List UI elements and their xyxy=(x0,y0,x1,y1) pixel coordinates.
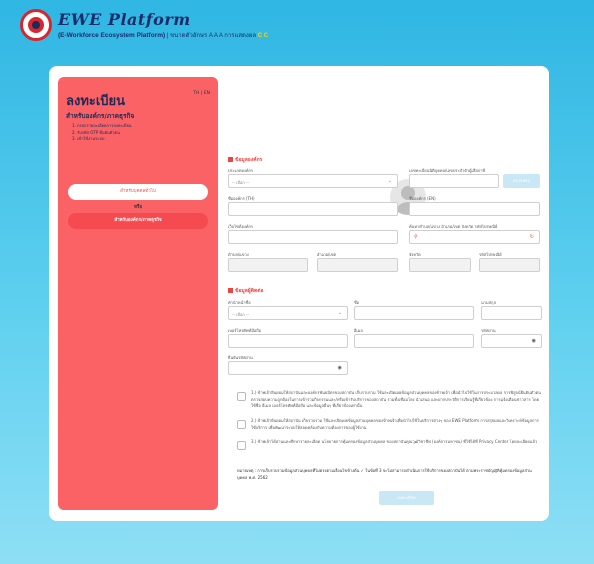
brand-subtitle: (E-Workforce Ecosystem Platform) | ขนาดต… xyxy=(58,32,269,39)
email-label: อีเมล xyxy=(354,328,363,333)
contrast-label: การแสดงผล xyxy=(224,33,257,39)
org-section-title: ข้อมูลองค์กร xyxy=(228,156,262,164)
province-label: จังหวัด xyxy=(409,252,421,257)
name-th-input[interactable] xyxy=(228,202,398,216)
address-search-label: ค้นหาตำบล/แขวง อำเภอ/เขต จังหวัด รหัสไปร… xyxy=(409,224,498,229)
org-register-button[interactable]: สำหรับองค์กร/ภาคธุรกิจ xyxy=(68,213,208,229)
website-input[interactable] xyxy=(228,230,398,244)
page-subtitle: สำหรับองค์กร/ภาคธุรกิจ xyxy=(66,112,135,120)
font-size-options[interactable]: A A A xyxy=(209,33,223,39)
address-search-input[interactable]: ⚲ ↻ xyxy=(409,230,540,244)
app-header: EWE Platform (E-Workforce Ecosystem Plat… xyxy=(20,9,580,45)
consent-text-3: 3.) ข้าพเจ้าได้อ่านและศึกษารายละเอียด นโ… xyxy=(251,439,538,444)
brand-title[interactable]: EWE Platform xyxy=(58,10,191,29)
verify-button[interactable]: ตรวจสอบ xyxy=(503,174,540,188)
consent-text-2: 2.) ข้าพเจ้ายินยอมให้สถาบัน เก็บรวบรวม ใ… xyxy=(251,418,539,430)
password-label: รหัสผ่าน xyxy=(481,328,496,333)
name-en-input[interactable] xyxy=(409,202,540,216)
name-th-label: ชื่อองค์กร (TH) xyxy=(228,196,255,201)
phone-label: เบอร์โทรศัพท์มือถือ xyxy=(228,328,262,333)
consent-checkbox-2[interactable] xyxy=(237,420,246,429)
consent-text-1: 1.) ข้าพเจ้ายินยอมให้สถาบันและองค์กรพันธ… xyxy=(251,390,541,408)
person-register-button[interactable]: สำหรับบุคคลทั่วไป xyxy=(68,184,208,200)
or-separator: หรือ xyxy=(133,205,143,210)
contact-icon xyxy=(228,288,233,293)
subdistrict-input xyxy=(228,258,308,272)
contact-section-title: ข้อมูลผู้ติดต่อ xyxy=(228,287,263,295)
phone-input[interactable] xyxy=(228,334,348,348)
org-type-label: ประเภทองค์กร xyxy=(228,168,254,173)
province-input xyxy=(409,258,471,272)
subdistrict-label: ตำบล/แขวง xyxy=(228,252,249,257)
tax-id-input[interactable] xyxy=(409,174,499,188)
logo-icon[interactable] xyxy=(20,9,52,41)
consent-checkbox-1[interactable] xyxy=(237,392,246,401)
left-sidebar: ลงทะเบียน TH | EN สำหรับองค์กร/ภาคธุรกิจ… xyxy=(58,77,218,510)
language-switch[interactable]: TH | EN xyxy=(193,91,210,96)
tax-id-label: เลขทะเบียนนิติบุคคล/เลขประจำตัวผู้เสียภา… xyxy=(409,168,486,173)
page-title: ลงทะเบียน xyxy=(66,93,126,108)
font-size-label: ขนาดตัวอักษร xyxy=(170,33,208,39)
chevron-down-icon: ⌄ xyxy=(337,310,342,316)
registration-panel: ลงทะเบียน TH | EN สำหรับองค์กร/ภาคธุรกิจ… xyxy=(49,66,549,521)
step-item: 1. กรอกรายละเอียดการลงทะเบียน xyxy=(72,123,132,128)
lastname-label: นามสกุล xyxy=(481,300,496,305)
lastname-input[interactable] xyxy=(481,306,542,320)
firstname-label: ชื่อ xyxy=(354,300,360,305)
eye-icon[interactable]: ◉ xyxy=(532,338,536,344)
postcode-input xyxy=(479,258,540,272)
steps-list: 1. กรอกรายละเอียดการลงทะเบียน 2. รับรหัส… xyxy=(72,123,132,143)
eye-icon[interactable]: ◉ xyxy=(338,365,342,371)
firstname-input[interactable] xyxy=(354,306,474,320)
password-input[interactable]: ◉ xyxy=(481,334,542,348)
note-text: หมายเหตุ : การเก็บรวบรวมข้อมูลส่วนบุคคลท… xyxy=(237,468,532,480)
step-item: 3. เข้าใช้งานระบบ xyxy=(72,136,105,141)
website-label: เว็บไซต์องค์กร xyxy=(228,224,254,229)
refresh-icon[interactable]: ↻ xyxy=(530,234,534,240)
submit-button[interactable]: ลงทะเบียน xyxy=(379,491,434,505)
email-input[interactable] xyxy=(354,334,474,348)
confirm-password-input[interactable]: ◉ xyxy=(228,361,348,375)
org-type-select[interactable]: -- เลือก -- ⌄ xyxy=(228,174,398,188)
prefix-label: คำนำหน้าชื่อ xyxy=(228,300,251,305)
chevron-down-icon: ⌄ xyxy=(387,178,392,184)
district-label: อำเภอ/เขต xyxy=(317,252,337,257)
building-icon xyxy=(228,157,233,162)
pin-icon: ⚲ xyxy=(414,234,418,240)
confirm-password-label: ยืนยันรหัสผ่าน xyxy=(228,355,253,360)
prefix-select[interactable]: -- เลือก -- ⌄ xyxy=(228,306,348,320)
name-en-label: ชื่อองค์กร (EN) xyxy=(409,196,436,201)
subtitle-text: (E-Workforce Ecosystem Platform) xyxy=(58,32,166,39)
contrast-options[interactable]: C C xyxy=(258,33,268,39)
postcode-label: รหัสไปรษณีย์ xyxy=(479,252,502,257)
consent-checkbox-3[interactable] xyxy=(237,441,246,450)
district-input xyxy=(317,258,398,272)
